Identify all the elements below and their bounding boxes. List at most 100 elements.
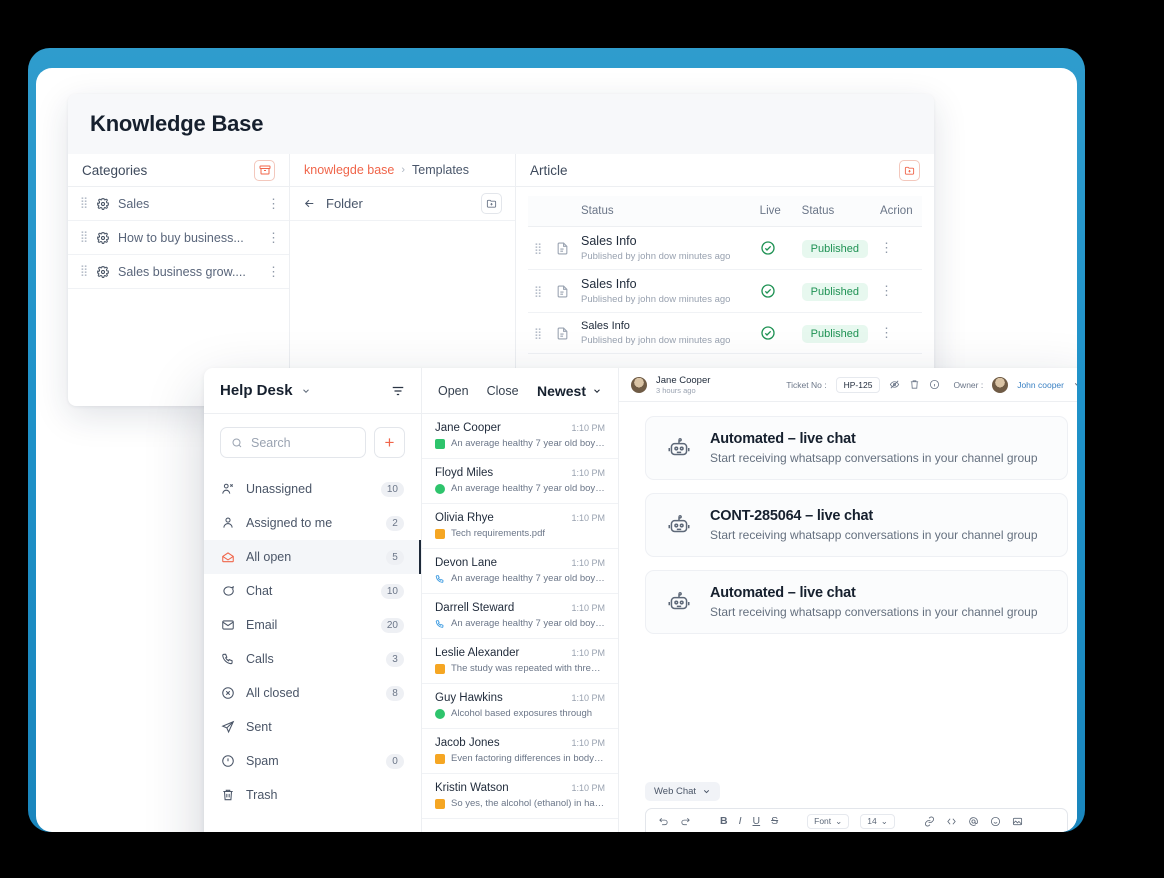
sidebar-item-chat[interactable]: Chat 10 — [204, 574, 421, 608]
sidebar-item-email[interactable]: Email 20 — [204, 608, 421, 642]
live-cell — [753, 226, 796, 270]
mention-icon[interactable] — [968, 816, 979, 827]
tab-open[interactable]: Open — [438, 384, 469, 398]
chat-card[interactable]: CONT-285064 – live chat Start receiving … — [645, 493, 1068, 557]
archive-icon[interactable] — [254, 159, 275, 181]
help-desk-title-group[interactable]: Help Desk — [220, 382, 311, 399]
channel-selector[interactable]: Web Chat — [645, 782, 721, 801]
more-options-icon[interactable]: ⋮ — [880, 240, 893, 255]
sidebar-item-count: 20 — [380, 617, 404, 633]
list-item[interactable]: Devon Lane 1:10 PM An average healthy 7 y… — [422, 549, 618, 594]
action-cell[interactable]: ⋮ — [874, 269, 922, 313]
info-circle-icon[interactable] — [929, 379, 940, 390]
chat-composer: Web Chat B I U S Font ⌄ 14 ⌄ — [619, 775, 1077, 832]
action-cell[interactable]: ⋮ — [874, 312, 922, 355]
list-item[interactable]: Darrell Steward 1:10 PM An average health… — [422, 594, 618, 639]
chevron-down-icon[interactable] — [301, 386, 311, 396]
col-action: Acrion — [874, 196, 922, 227]
chevron-down-icon[interactable] — [1073, 380, 1077, 389]
owner-name[interactable]: John cooper — [1017, 380, 1064, 390]
breadcrumb-current: Templates — [412, 163, 470, 177]
category-row[interactable]: ⣿ Sales business grow.... ⋮ — [68, 255, 289, 289]
eye-off-icon[interactable] — [889, 379, 900, 390]
table-row[interactable]: ⣿ Sales Info Published by john dow minut… — [528, 312, 922, 355]
sidebar-item-label: Email — [246, 618, 278, 632]
font-select[interactable]: Font ⌄ — [807, 813, 850, 829]
italic-icon[interactable]: I — [739, 815, 742, 827]
more-options-icon[interactable]: ⋮ — [880, 325, 893, 340]
action-cell[interactable]: ⋮ — [874, 226, 922, 270]
orange-square-icon — [435, 798, 445, 809]
chevron-right-icon: › — [401, 164, 406, 176]
drag-handle-icon[interactable]: ⣿ — [528, 269, 550, 313]
breadcrumb-root[interactable]: knowlegde base — [304, 163, 394, 177]
sidebar-item-all-closed[interactable]: All closed 8 — [204, 676, 421, 710]
redo-icon[interactable] — [680, 816, 691, 827]
more-options-icon[interactable]: ⋮ — [267, 231, 280, 244]
drag-handle-icon[interactable]: ⣿ — [80, 266, 88, 277]
category-row[interactable]: ⣿ Sales ⋮ — [68, 187, 289, 221]
conversation-name: Jacob Jones — [435, 737, 500, 749]
code-icon[interactable] — [946, 816, 957, 827]
sidebar-item-assigned-to-me[interactable]: Assigned to me 2 — [204, 506, 421, 540]
drag-handle-icon[interactable]: ⣿ — [80, 198, 88, 209]
chat-bubble-icon — [221, 584, 235, 598]
undo-icon[interactable] — [658, 816, 669, 827]
conversation-preview: The study was repeated with three brands — [451, 663, 605, 674]
sidebar-item-trash[interactable]: Trash — [204, 778, 421, 812]
trash-icon[interactable] — [909, 379, 920, 390]
article-cell: Sales Info Published by john dow minutes… — [575, 226, 754, 270]
list-item[interactable]: Floyd Miles 1:10 PM An average healthy 7 … — [422, 459, 618, 504]
drag-handle-icon[interactable]: ⣿ — [528, 226, 550, 270]
more-options-icon[interactable]: ⋮ — [267, 197, 280, 210]
link-icon[interactable] — [924, 816, 935, 827]
bold-icon[interactable]: B — [720, 815, 728, 827]
article-table: Status Live Status Acrion ⣿ Sales Info P… — [528, 196, 922, 355]
list-item[interactable]: Jane Cooper 1:10 PM An average healthy 7 … — [422, 414, 618, 459]
emoji-icon[interactable] — [990, 816, 1001, 827]
orange-square-icon — [435, 663, 445, 674]
sidebar-item-all-open[interactable]: All open 5 — [204, 540, 421, 574]
chat-card[interactable]: Automated – live chat Start receiving wh… — [645, 416, 1068, 480]
folder-row[interactable]: Folder — [290, 187, 515, 221]
image-icon[interactable] — [1012, 816, 1023, 827]
chat-card-text: Automated – live chat Start receiving wh… — [710, 431, 1038, 465]
drag-handle-icon[interactable]: ⣿ — [528, 312, 550, 355]
strikethrough-icon[interactable]: S — [771, 815, 778, 827]
sidebar-item-calls[interactable]: Calls 3 — [204, 642, 421, 676]
font-size-label: 14 — [867, 816, 877, 826]
list-item[interactable]: Guy Hawkins 1:10 PM Alcohol based exposur… — [422, 684, 618, 729]
knowledge-base-window: Knowledge Base Categories ⣿ Sales ⋮ ⣿ Ho… — [68, 94, 934, 406]
message-editor[interactable]: B I U S Font ⌄ 14 ⌄ — [645, 808, 1068, 832]
category-label: How to buy business... — [118, 230, 244, 245]
font-size-select[interactable]: 14 ⌄ — [860, 813, 895, 829]
help-desk-sidebar: Help Desk Search + Unassigned 10 Assigne… — [204, 368, 422, 832]
list-item[interactable]: Jacob Jones 1:10 PM Even factoring differ… — [422, 729, 618, 774]
chat-card[interactable]: Automated – live chat Start receiving wh… — [645, 570, 1068, 634]
folder-add-icon[interactable] — [899, 159, 920, 181]
sidebar-item-unassigned[interactable]: Unassigned 10 — [204, 472, 421, 506]
list-item[interactable]: Leslie Alexander 1:10 PM The study was re… — [422, 639, 618, 684]
chat-card-title: Automated – live chat — [710, 585, 856, 601]
list-item[interactable]: Kristin Watson 1:10 PM So yes, the alcoho… — [422, 774, 618, 819]
tab-close[interactable]: Close — [487, 384, 519, 398]
sort-dropdown[interactable]: Newest — [537, 383, 602, 399]
search-input[interactable]: Search — [220, 427, 366, 458]
more-options-icon[interactable]: ⋮ — [267, 265, 280, 278]
add-button[interactable]: + — [374, 427, 405, 458]
live-cell — [753, 269, 796, 313]
conversation-time: 1:10 PM — [571, 738, 605, 748]
category-row[interactable]: ⣿ How to buy business... ⋮ — [68, 221, 289, 255]
list-item[interactable]: Olivia Rhye 1:10 PM Tech requirements.pdf — [422, 504, 618, 549]
arrow-left-icon[interactable] — [303, 197, 316, 210]
table-row[interactable]: ⣿ Sales Info Published by john dow minut… — [528, 269, 922, 313]
table-row[interactable]: ⣿ Sales Info Published by john dow minut… — [528, 226, 922, 270]
sidebar-item-spam[interactable]: Spam 0 — [204, 744, 421, 778]
underline-icon[interactable]: U — [753, 815, 761, 827]
filter-icon[interactable] — [391, 384, 405, 398]
drag-handle-icon[interactable]: ⣿ — [80, 232, 88, 243]
sidebar-item-sent[interactable]: Sent — [204, 710, 421, 744]
search-row: Search + — [204, 414, 421, 468]
more-options-icon[interactable]: ⋮ — [880, 283, 893, 298]
folder-add-icon[interactable] — [481, 193, 502, 214]
